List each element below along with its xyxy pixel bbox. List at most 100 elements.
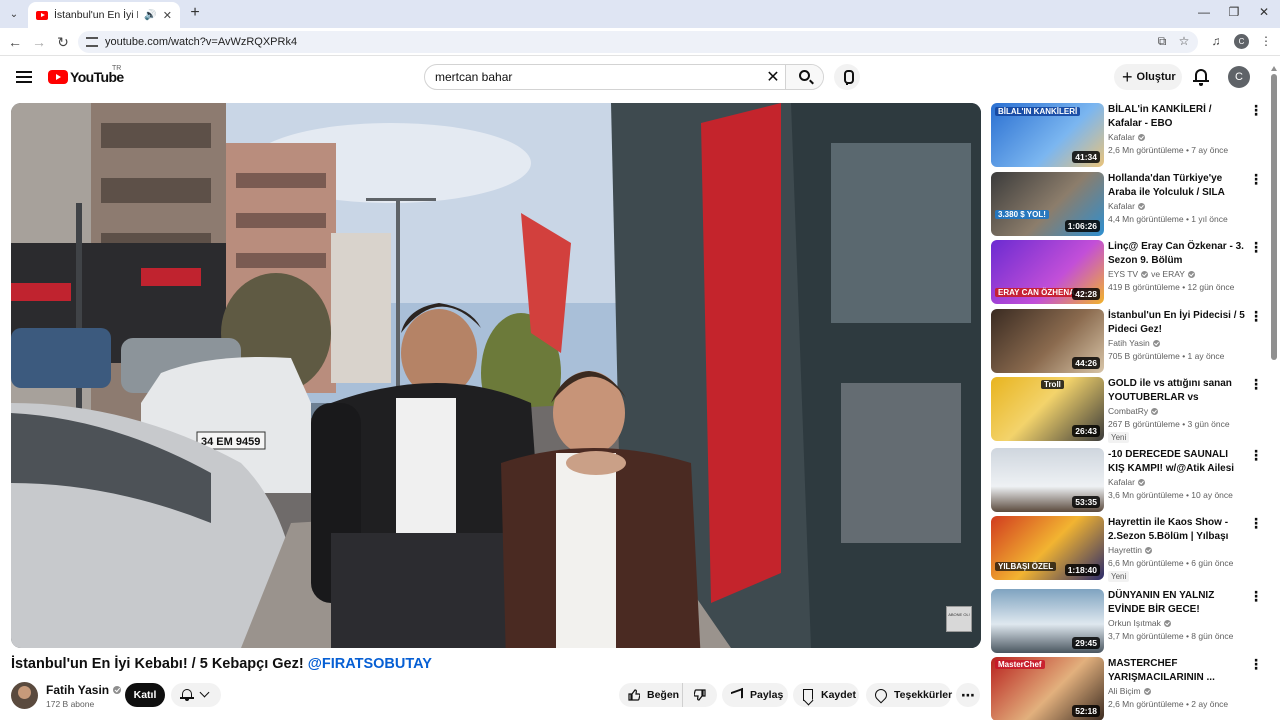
subscription-notifications-button[interactable] [171,683,221,707]
title-handle-link[interactable]: @FIRATSOBUTAY [308,656,432,672]
more-options-icon[interactable]: ⋮ [1249,657,1263,673]
menu-hamburger-icon[interactable] [16,71,32,83]
audio-playing-icon[interactable]: 🔊 [144,10,156,21]
more-options-icon[interactable]: ⋮ [1249,589,1263,605]
channel-line[interactable]: Ali Biçim [1108,686,1151,696]
video-thumbnail[interactable]: MasterChef 52:18 [991,657,1104,720]
more-options-icon[interactable]: ⋮ [1249,172,1263,188]
video-title[interactable]: Linç@ Eray Can Özkenar - 3. Sezon 9. Böl… [1108,240,1246,267]
more-actions-button[interactable]: ⋯ [956,683,980,707]
channel-name[interactable]: Ali Biçim [1108,686,1141,696]
channel-name[interactable]: CombatRy [1108,406,1148,416]
scrollbar-thumb[interactable] [1271,74,1277,360]
subscribe-watermark[interactable]: ABONE OL! [946,606,972,632]
restore-button[interactable]: ❐ [1222,5,1246,19]
tab-search-icon[interactable]: ⌄ [4,4,24,24]
channel-line[interactable]: Hayrettin [1108,545,1153,555]
more-options-icon[interactable]: ⋮ [1249,516,1263,532]
youtube-logo[interactable]: YouTube TR [48,65,124,85]
more-options-icon[interactable]: ⋮ [1249,103,1263,119]
notifications-bell-icon[interactable] [1192,67,1210,87]
video-title[interactable]: İstanbul'un En İyi Pidecisi / 5 Pideci G… [1108,309,1246,336]
join-button[interactable]: Katıl [125,683,165,707]
video-player[interactable]: 34 EM 9459 ABONE OL! [11,103,981,648]
video-title[interactable]: -10 DERECEDE SAUNALI KIŞ KAMPI! w/@Atik … [1108,448,1246,475]
video-title[interactable]: DÜNYANIN EN YALNIZ EVİNDE BİR GECE! [1108,589,1246,616]
dislike-button[interactable] [682,683,717,707]
search-button[interactable] [785,65,823,89]
channel-name[interactable]: Kafalar [1108,201,1135,211]
channel-line[interactable]: Kafalar [1108,132,1145,142]
video-thumbnail[interactable]: 53:35 [991,448,1104,512]
channel-name[interactable]: Kafalar [1108,477,1135,487]
recommendation-item[interactable]: 53:35 -10 DERECEDE SAUNALI KIŞ KAMPI! w/… [991,448,1266,512]
close-window-button[interactable]: ✕ [1252,5,1276,19]
browser-profile-avatar[interactable]: C [1234,34,1249,49]
search-input[interactable]: mertcan bahar [435,70,512,84]
video-thumbnail[interactable]: ERAY CAN ÖZHENA 42:28 [991,240,1104,304]
reload-button[interactable]: ↻ [54,33,72,51]
channel-name[interactable]: Orkun Işıtmak [1108,618,1161,628]
omnibox[interactable]: youtube.com/watch?v=AvWzRQXPRk4 [78,31,1198,53]
recommendation-item[interactable]: ERAY CAN ÖZHENA 42:28 Linç@ Eray Can Özk… [991,240,1266,304]
video-thumbnail[interactable]: 44:26 [991,309,1104,373]
channel-name[interactable]: Fatih Yasin [1108,338,1150,348]
browser-tab-active[interactable]: İstanbul'un En İyi Kebabı! / 🔊 ✕ [28,2,180,28]
channel-line[interactable]: EYS TV ve ERAY [1108,269,1195,279]
channel-name-2[interactable]: ve ERAY [1151,269,1185,279]
recommendation-item[interactable]: BİLAL'IN KANKİLERİ 41:34 BİLAL'in KANKİL… [991,103,1266,167]
recommendation-item[interactable]: 44:26 İstanbul'un En İyi Pidecisi / 5 Pi… [991,309,1266,373]
account-avatar[interactable]: C [1228,66,1250,88]
channel-line[interactable]: Kafalar [1108,201,1145,211]
recommendation-item[interactable]: MasterChef 52:18 MASTERCHEF YARIŞMACILAR… [991,657,1266,720]
thanks-button[interactable]: Teşekkürler [866,683,952,707]
voice-search-mic-icon[interactable] [834,64,860,90]
recommendation-item[interactable]: 29:45 DÜNYANIN EN YALNIZ EVİNDE BİR GECE… [991,589,1266,653]
media-controls-icon[interactable]: ♫ [1208,34,1224,48]
recommendation-item[interactable]: 3.380 $ YOL! 1:06:26 Hollanda'dan Türkiy… [991,172,1266,236]
video-thumbnail[interactable]: 29:45 [991,589,1104,653]
clear-search-icon[interactable]: ✕ [764,67,782,87]
forward-button[interactable]: → [30,33,48,51]
channel-name[interactable]: Fatih Yasin [46,683,122,697]
video-title[interactable]: Hollanda'dan Türkiye'ye Araba ile Yolcul… [1108,172,1246,199]
channel-line[interactable]: CombatRy [1108,406,1159,416]
channel-name[interactable]: Hayrettin [1108,545,1142,555]
like-button[interactable]: Beğen [619,683,682,707]
minimize-button[interactable]: — [1192,5,1216,19]
video-title[interactable]: MASTERCHEF YARIŞMACILARININ ... [1108,657,1246,684]
video-thumbnail[interactable]: BİLAL'IN KANKİLERİ 41:34 [991,103,1104,167]
install-app-icon[interactable]: ⧉ [1154,34,1170,49]
more-options-icon[interactable]: ⋮ [1249,309,1263,325]
back-button[interactable]: ← [6,33,24,51]
create-button[interactable]: + Oluştur [1114,64,1182,90]
share-button[interactable]: Paylaş [722,683,788,707]
site-info-icon[interactable] [86,37,98,47]
browser-menu-icon[interactable]: ⋮ [1258,34,1274,48]
video-thumbnail[interactable]: Troll 26:43 [991,377,1104,441]
recommendation-item[interactable]: Troll 26:43 GOLD ile vs attığını sanan Y… [991,377,1266,443]
video-thumbnail[interactable]: 3.380 $ YOL! 1:06:26 [991,172,1104,236]
channel-line[interactable]: Fatih Yasin [1108,338,1160,348]
more-options-icon[interactable]: ⋮ [1249,448,1263,464]
channel-name[interactable]: Kafalar [1108,132,1135,142]
channel-line[interactable]: Orkun Işıtmak [1108,618,1171,628]
channel-name-text[interactable]: Fatih Yasin [46,683,109,697]
channel-line[interactable]: Kafalar [1108,477,1145,487]
channel-avatar[interactable] [11,682,38,709]
save-button[interactable]: Kaydet [793,683,859,707]
video-title[interactable]: BİLAL'in KANKİLERİ / Kafalar - EBO [1108,103,1246,130]
video-title[interactable]: GOLD ile vs attığını sanan YOUTUBERLAR v… [1108,377,1246,404]
channel-name[interactable]: EYS TV [1108,269,1138,279]
video-title[interactable]: Hayrettin ile Kaos Show - 2.Sezon 5.Bölü… [1108,516,1246,543]
search-box[interactable]: mertcan bahar ✕ [424,64,824,90]
page-scrollbar[interactable] [1270,64,1278,720]
video-thumbnail[interactable]: YILBAŞI ÖZEL 1:18:40 [991,516,1104,580]
scroll-up-arrow-icon[interactable] [1271,66,1277,71]
more-options-icon[interactable]: ⋮ [1249,377,1263,393]
tab-close-icon[interactable]: ✕ [163,9,172,22]
recommendation-item[interactable]: YILBAŞI ÖZEL 1:18:40 Hayrettin ile Kaos … [991,516,1266,582]
bookmark-star-icon[interactable]: ☆ [1176,34,1192,48]
more-options-icon[interactable]: ⋮ [1249,240,1263,256]
new-tab-button[interactable]: + [186,4,204,22]
